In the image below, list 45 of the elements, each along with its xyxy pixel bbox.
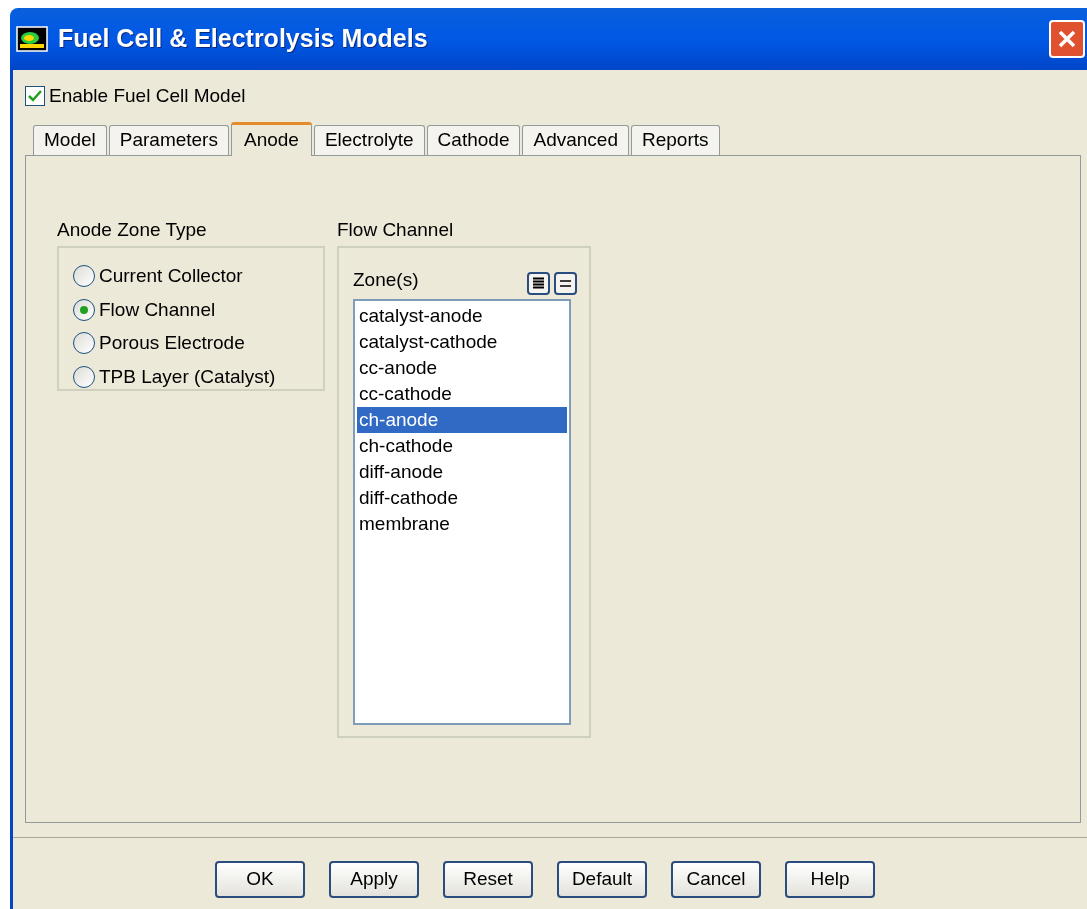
radio-label: TPB Layer (Catalyst) bbox=[99, 364, 276, 389]
radio-label: Porous Electrode bbox=[99, 331, 245, 355]
checkbox[interactable] bbox=[25, 86, 45, 107]
tab[interactable]: Reports bbox=[630, 124, 720, 155]
dialog-button[interactable]: OK bbox=[215, 860, 305, 898]
list-label: Zone(s) bbox=[353, 268, 419, 292]
radio-label: Flow Channel bbox=[99, 297, 216, 322]
check-icon bbox=[28, 90, 42, 103]
zone-list[interactable]: catalyst-anode catalyst-cathode cc-anode cc-cathode ch-anode ch-cathode diff-anode diff-cathode membrane bbox=[353, 298, 571, 725]
tab[interactable]: Advanced bbox=[522, 124, 629, 155]
group-title: Anode Zone Type bbox=[57, 217, 208, 242]
list-item[interactable]: diff-anode bbox=[357, 458, 567, 485]
radio-button[interactable] bbox=[73, 298, 95, 321]
list-item[interactable]: catalyst-anode bbox=[357, 302, 567, 329]
dialog-button[interactable]: Cancel bbox=[671, 860, 761, 898]
tab[interactable]: Electrolyte bbox=[313, 124, 425, 155]
dialog-button[interactable]: Apply bbox=[329, 860, 419, 898]
group-title: Flow Channel bbox=[337, 217, 455, 242]
deselect-all-button[interactable] bbox=[554, 271, 577, 295]
dialog-button[interactable]: Reset bbox=[443, 860, 533, 898]
radio-button[interactable] bbox=[73, 365, 95, 388]
tab[interactable]: Model bbox=[33, 124, 107, 155]
equals-icon bbox=[560, 278, 571, 288]
close-icon bbox=[1057, 29, 1077, 49]
list-item[interactable]: membrane bbox=[357, 510, 567, 537]
window-title: Fuel Cell & Electrolysis Models bbox=[58, 23, 428, 55]
select-all-button[interactable] bbox=[527, 271, 550, 295]
list-item[interactable]: ch-cathode bbox=[357, 432, 567, 459]
radio-button[interactable] bbox=[73, 332, 95, 355]
dialog-button[interactable]: Help bbox=[785, 860, 875, 898]
list-item[interactable]: ch-anode bbox=[357, 406, 567, 433]
close-button[interactable] bbox=[1049, 20, 1085, 58]
app-icon bbox=[16, 26, 48, 52]
radio-button[interactable] bbox=[73, 265, 95, 288]
checkbox-label: Enable Fuel Cell Model bbox=[49, 84, 246, 108]
tab[interactable]: Parameters bbox=[108, 124, 229, 155]
tab[interactable]: Anode bbox=[230, 121, 312, 156]
dialog-button[interactable]: Default bbox=[557, 860, 647, 898]
list-item[interactable]: catalyst-cathode bbox=[357, 328, 567, 355]
list-item[interactable]: cc-anode bbox=[357, 354, 567, 381]
tab[interactable]: Cathode bbox=[426, 124, 521, 155]
list-icon bbox=[533, 276, 544, 290]
list-item[interactable]: diff-cathode bbox=[357, 484, 567, 511]
radio-label: Current Collector bbox=[99, 264, 243, 288]
list-item[interactable]: cc-cathode bbox=[357, 380, 567, 407]
